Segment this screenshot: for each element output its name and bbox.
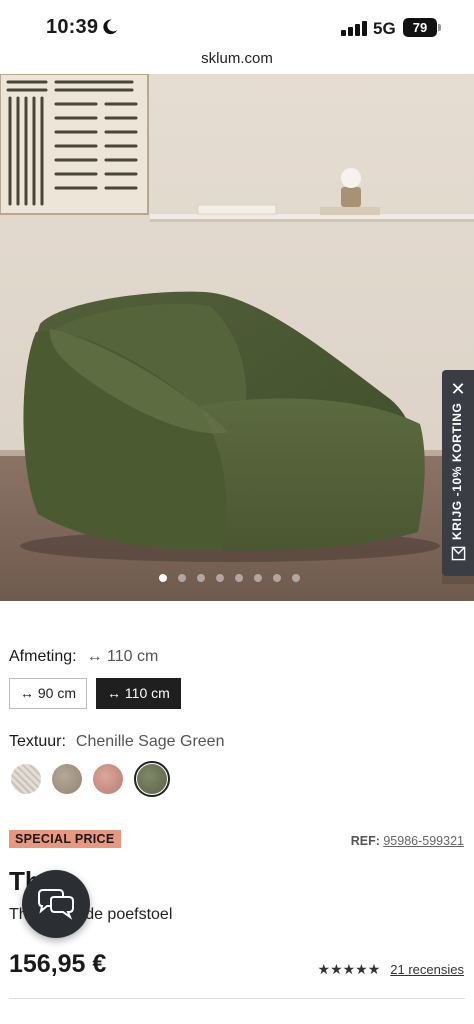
texture-selected-value: Chenille Sage Green bbox=[75, 733, 225, 750]
gallery-dot[interactable] bbox=[272, 574, 281, 582]
size-row: Afmeting: ↔ 110 cm bbox=[9, 648, 158, 666]
chat-icon bbox=[38, 889, 74, 920]
product-ref: REF: 95986-599321 bbox=[351, 834, 464, 848]
url-bar[interactable]: sklum.com bbox=[0, 50, 474, 67]
texture-label: Textuur: bbox=[9, 733, 66, 750]
gallery-dot[interactable] bbox=[291, 574, 300, 582]
gallery-dot[interactable] bbox=[215, 574, 224, 582]
size-selected-value: ↔ 110 cm bbox=[86, 648, 159, 665]
gallery-dot[interactable] bbox=[177, 574, 186, 582]
moon-icon bbox=[103, 19, 118, 35]
special-price-badge: SPECIAL PRICE bbox=[9, 830, 121, 848]
texture-swatch[interactable] bbox=[52, 764, 82, 794]
status-bar: 10:39 5G 79 bbox=[0, 0, 474, 48]
product-rating: ★★★★★ 21 recensies bbox=[318, 961, 464, 978]
gallery-dot[interactable] bbox=[196, 574, 205, 582]
close-icon[interactable]: ✕ bbox=[442, 378, 474, 400]
product-image[interactable] bbox=[0, 74, 474, 601]
divider bbox=[9, 998, 465, 999]
size-label: Afmeting: bbox=[9, 648, 77, 665]
discount-label[interactable]: KRIJG -10% KORTING bbox=[450, 403, 466, 541]
network-label: 5G bbox=[373, 19, 396, 38]
gallery-dot[interactable] bbox=[234, 574, 243, 582]
size-option-110[interactable]: ↔ 110 cm bbox=[96, 678, 181, 709]
size-option-90[interactable]: ↔ 90 cm bbox=[9, 678, 88, 709]
texture-swatches bbox=[11, 761, 170, 797]
ref-label: REF: bbox=[350, 834, 380, 848]
star-rating-icon: ★★★★★ bbox=[317, 961, 381, 977]
texture-swatch[interactable] bbox=[11, 764, 41, 794]
discount-tab[interactable]: ✕ KRIJG -10% KORTING bbox=[442, 370, 474, 576]
texture-row: Textuur: Chenille Sage Green bbox=[9, 733, 224, 751]
gallery-dot[interactable] bbox=[253, 574, 262, 582]
status-time: 10:39 bbox=[46, 16, 99, 38]
chat-button[interactable] bbox=[22, 870, 90, 938]
battery-icon: 79 bbox=[403, 18, 441, 37]
gallery-pagination[interactable] bbox=[0, 574, 474, 582]
size-options: ↔ 90 cm ↔ 110 cm bbox=[9, 678, 181, 709]
product-price: 156,95 € bbox=[9, 950, 107, 978]
texture-swatch-selected[interactable] bbox=[134, 761, 170, 797]
ref-value[interactable]: 95986-599321 bbox=[383, 834, 464, 848]
gallery-dot[interactable] bbox=[158, 574, 167, 582]
signal-icon bbox=[341, 20, 367, 36]
mail-icon bbox=[451, 546, 466, 561]
reviews-link[interactable]: 21 recensies bbox=[390, 962, 464, 977]
texture-swatch[interactable] bbox=[137, 764, 167, 794]
battery-level: 79 bbox=[412, 20, 428, 35]
texture-swatch[interactable] bbox=[93, 764, 123, 794]
